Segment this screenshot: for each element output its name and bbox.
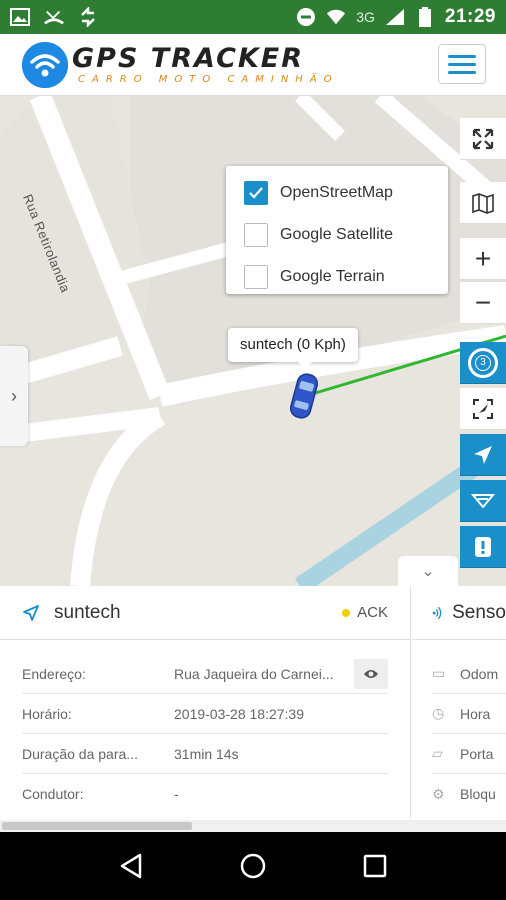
gallery-icon [10,7,30,27]
app-logo[interactable]: GPS TRACKER CARRO MOTO CAMINHÃO [22,42,339,88]
sensor-row-hours: ◷ Hora [432,694,506,734]
fit-bounds-button[interactable] [460,388,506,430]
layer-label: Google Terrain [280,268,385,285]
signal-icon [385,7,405,27]
device-name: suntech [54,601,121,623]
sensor-row-block: ⚙ Bloqu [432,774,506,814]
device-card: suntech ACK Endereço: Rua Jaqueira do Ca… [0,586,411,818]
horizontal-scrollbar[interactable] [0,820,506,832]
device-card-header[interactable]: suntech ACK [0,586,410,640]
info-row-time: Horário: 2019-03-28 18:27:39 [22,694,388,734]
chevron-right-icon: › [11,385,17,406]
alerts-button[interactable] [460,526,506,568]
info-key: Condutor: [22,786,84,802]
menu-bar-icon [448,54,476,58]
show-address-button[interactable] [354,658,388,689]
cluster-count: 3 [475,354,491,371]
warning-icon [475,536,491,557]
sensor-label: Hora [460,705,491,722]
engine-icon: ⚙ [432,785,445,802]
sensor-row-odometer: ▭ Odom [432,654,506,694]
sync-icon [78,7,98,27]
layer-label: Google Satellite [280,226,393,243]
logo-title: GPS TRACKER [72,43,305,74]
status-bar: 3G 21:29 [0,0,506,34]
network-type: 3G [356,9,375,25]
sensor-label: Odom [460,665,499,682]
sensor-row-door: ▱ Porta [432,734,506,774]
do-not-disturb-icon [296,7,316,27]
cluster-icon: 3 [468,347,498,378]
zoom-in-button[interactable]: + [460,238,506,280]
follow-location-button[interactable] [460,434,506,476]
ack-label: ACK [357,604,388,621]
car-marker-icon[interactable] [290,372,318,420]
layer-switcher-popup: OpenStreetMap Google Satellite Google Te… [226,166,448,294]
info-key: Endereço: [22,665,86,682]
sensor-label: Bloqu [460,786,496,802]
fullscreen-button[interactable] [460,118,506,160]
menu-bar-icon [448,62,476,66]
info-value: 31min 14s [174,745,239,762]
sensor-label: Porta [460,745,494,762]
info-value: - [174,786,179,802]
collapse-panel-tab[interactable]: ⌄ [398,556,458,586]
device-info-panel: suntech ACK Endereço: Rua Jaqueira do Ca… [0,586,506,832]
home-icon[interactable] [239,852,267,880]
eye-icon [364,669,378,678]
sensors-title: Senso [452,601,506,623]
info-row-address: Endereço: Rua Jaqueira do Carnei... [22,654,388,694]
layer-label: OpenStreetMap [280,184,393,201]
plus-icon: + [474,242,492,274]
wifi-icon [326,7,346,27]
map-icon [472,192,494,214]
logo-subtitle: CARRO MOTO CAMINHÃO [78,74,339,85]
sensors-card: Senso ▭ Odom ◷ Hora ▱ Porta ⚙ Bloqu [412,586,506,818]
info-key: Duração da para... [22,745,138,762]
app-header: GPS TRACKER CARRO MOTO CAMINHÃO [0,34,506,96]
layer-checkbox[interactable] [244,265,268,289]
battery-icon [415,7,435,27]
vehicle-tooltip: suntech (0 Kph) [228,328,358,369]
crosshair-icon [473,398,493,419]
clock-icon: ◷ [432,705,445,721]
map-view[interactable]: Rua Retirolandia › OpenStreetMap Google … [0,96,506,586]
layers-button[interactable] [460,182,506,224]
route-triangle-icon [471,493,495,509]
door-icon: ▱ [432,745,443,761]
missed-call-icon [44,7,64,27]
system-nav-bar [0,832,506,900]
menu-bar-icon [448,70,476,74]
info-value: 2019-03-28 18:27:39 [174,705,304,722]
minus-icon: − [474,286,492,318]
show-route-button[interactable] [460,480,506,522]
signal-wave-icon [432,606,442,619]
layer-checkbox[interactable] [244,181,268,205]
info-key: Horário: [22,705,72,722]
layer-checkbox[interactable] [244,223,268,247]
location-arrow-icon [23,604,39,621]
layer-option-openstreetmap[interactable]: OpenStreetMap [226,172,448,214]
ack-status: ACK [342,604,388,621]
layer-option-google-satellite[interactable]: Google Satellite [226,214,448,256]
layer-option-google-terrain[interactable]: Google Terrain [226,256,448,298]
info-row-driver: Condutor: - [22,774,388,814]
scrollbar-thumb[interactable] [2,822,192,830]
expand-icon [472,128,494,149]
recents-icon[interactable] [362,853,388,879]
navigation-arrow-icon [474,445,492,464]
info-value: Rua Jaqueira do Carnei... [174,665,334,682]
clock-time: 21:29 [444,6,496,27]
sensors-card-header[interactable]: Senso [412,586,506,640]
chevron-down-icon: ⌄ [421,563,435,580]
info-row-stop-duration: Duração da para... 31min 14s [22,734,388,774]
cluster-button[interactable]: 3 [460,342,506,384]
wifi-logo-icon [22,42,68,88]
back-icon[interactable] [118,852,144,880]
side-panel-toggle[interactable]: › [0,346,28,446]
hamburger-menu-button[interactable] [438,44,486,84]
odometer-icon: ▭ [432,665,446,681]
zoom-out-button[interactable]: − [460,282,506,324]
status-dot-icon [342,608,351,617]
